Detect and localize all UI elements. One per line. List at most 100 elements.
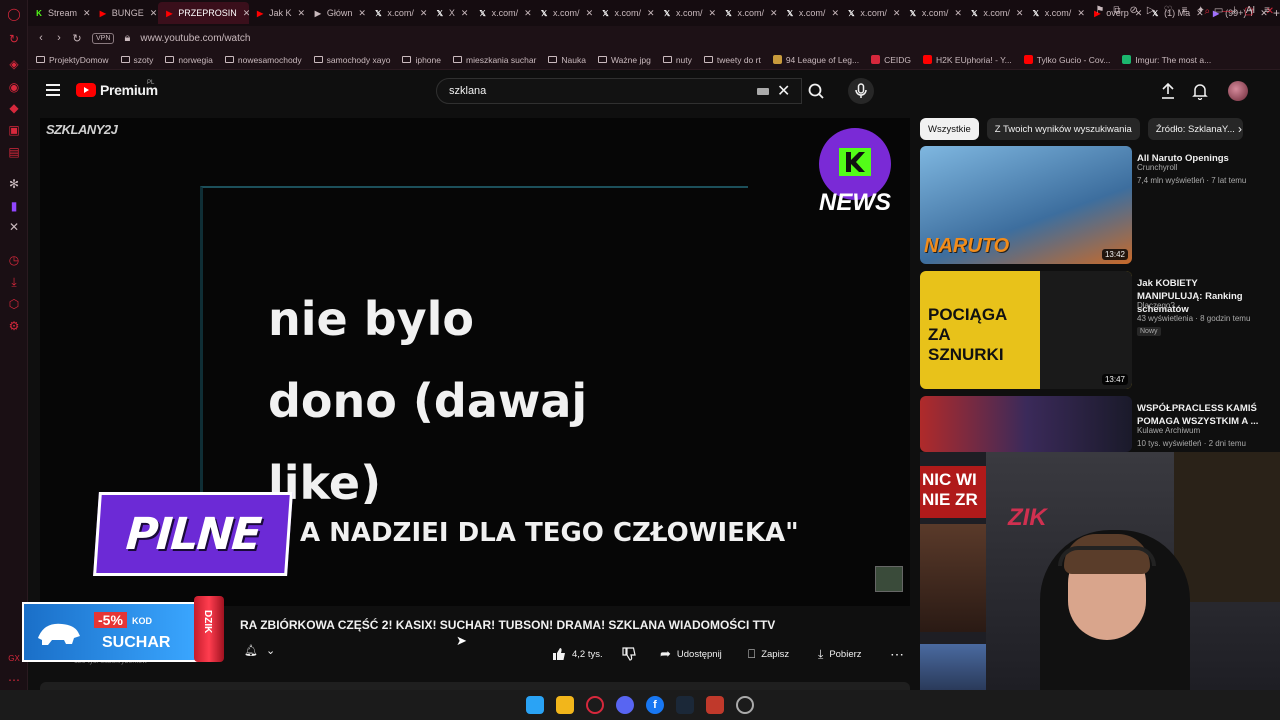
bookmark-item[interactable]: Tylko Gucio - Cov... (1023, 55, 1110, 65)
sidebar-app-icon[interactable]: ⬡ (6, 296, 22, 312)
facebook-icon[interactable]: f (646, 696, 664, 714)
create-upload-icon[interactable] (1160, 82, 1176, 100)
recommendation-item[interactable]: NARUTO 13:42 All Naruto Openings Crunchy… (920, 146, 1272, 266)
close-tab-icon[interactable]: ✕ (893, 8, 901, 19)
sidebar-app-icon[interactable]: ▣ (6, 122, 22, 138)
end-screen-thumbnail[interactable] (875, 566, 903, 592)
extensions-icon[interactable]: ✦ (1196, 5, 1204, 16)
easy-setup-icon[interactable]: ≡ (1182, 5, 1188, 16)
download-icon[interactable]: ⤓ (1232, 5, 1236, 16)
close-tab-icon[interactable]: ✕ (586, 8, 594, 19)
browser-tab[interactable]: 𝕏x.com/ ✕ (367, 2, 428, 24)
browser-tab[interactable]: 𝕏x.com/ ✕ (1025, 2, 1086, 24)
bookmark-item[interactable]: samochody xayo (313, 55, 390, 65)
dislike-button[interactable] (622, 642, 636, 666)
lock-icon[interactable]: 🔒︎ (118, 32, 136, 45)
like-button[interactable]: 4,2 tys. (552, 642, 603, 666)
chevron-right-icon[interactable]: › (1238, 122, 1242, 136)
recommendation-thumbnail-strip[interactable]: NIC WI NIE ZR (920, 452, 986, 690)
twitch-icon[interactable]: ▮ (6, 198, 22, 214)
opera-gx-icon[interactable] (586, 696, 604, 714)
browser-tab[interactable]: 𝕏x.com/ ✕ (595, 2, 656, 24)
browser-tab[interactable]: 𝕏x.com/ ✕ (717, 2, 778, 24)
bookmark-item[interactable]: ProjektyDomow (36, 55, 109, 65)
steam-icon[interactable] (676, 696, 694, 714)
back-icon[interactable]: ‹ (32, 32, 50, 44)
opera-logo-icon[interactable]: ◯ (6, 6, 22, 22)
chip-all[interactable]: Wszystkie (920, 118, 979, 140)
browser-tab[interactable]: ▶ BUNGE ✕ (92, 2, 159, 24)
video-thumbnail[interactable]: POCIĄGA ZA SZNURKI 13:47 (920, 271, 1132, 389)
bookmark-icon[interactable]: ⚑ (1095, 5, 1104, 16)
vpn-badge[interactable]: VPN (92, 32, 115, 44)
browser-tab[interactable]: K Stream ✕ (28, 2, 92, 24)
search-button[interactable] (802, 78, 832, 104)
close-tab-icon[interactable]: ✕ (831, 8, 839, 19)
browser-tab[interactable]: ▶ PRZEPROSIN ✕ (158, 2, 250, 24)
more-icon[interactable]: ⋯ (6, 672, 22, 688)
browser-tab[interactable]: 𝕏x.com/ ✕ (963, 2, 1024, 24)
description-box[interactable] (40, 682, 910, 690)
app-icon[interactable] (736, 696, 754, 714)
close-tab-icon[interactable]: ✕ (647, 8, 655, 19)
download-button[interactable]: ⤓ Pobierz (818, 642, 862, 666)
close-tab-icon[interactable]: ✕ (461, 8, 469, 19)
reload-icon[interactable]: ↻ (6, 31, 22, 47)
file-explorer-icon[interactable] (556, 696, 574, 714)
sidebar-app-icon[interactable]: ◉ (6, 79, 22, 95)
browser-tab[interactable]: 𝕏x.com/ ✕ (902, 2, 963, 24)
subscription-bell-button[interactable]: 🔔︎ ⌄ (244, 644, 275, 657)
discord-icon[interactable] (616, 696, 634, 714)
chatgpt-icon[interactable]: ✻ (6, 176, 22, 192)
close-tab-icon[interactable]: ✕ (709, 8, 717, 19)
video-thumbnail[interactable]: NARUTO 13:42 (920, 146, 1132, 264)
forward-icon[interactable]: › (50, 32, 68, 44)
riot-client-icon[interactable] (706, 696, 724, 714)
recommendation-item[interactable]: POCIĄGA ZA SZNURKI 13:47 Jak KOBIETY MAN… (920, 271, 1272, 391)
reload-page-icon[interactable]: ↻ (68, 32, 86, 45)
bookmark-item[interactable]: Imgur: The most a... (1122, 55, 1211, 65)
chip-from-search[interactable]: Z Twoich wyników wyszukiwania (986, 118, 1140, 140)
wallet-icon[interactable]: ▭ (1214, 5, 1223, 16)
bookmark-item[interactable]: mieszkania suchar (453, 55, 536, 65)
player-icon[interactable]: ▷ (1147, 5, 1155, 16)
clear-search-icon[interactable]: ✕ (777, 81, 790, 101)
bookmark-item[interactable]: Ważne jpg (597, 55, 651, 65)
close-tab-icon[interactable]: ✕ (420, 8, 428, 19)
close-tab-icon[interactable]: ✕ (770, 8, 778, 19)
hamburger-menu-icon[interactable] (46, 84, 60, 96)
bookmark-item[interactable]: iphone (402, 55, 441, 65)
x-icon[interactable]: ✕ (6, 219, 22, 235)
notifications-bell-icon[interactable] (1192, 82, 1208, 100)
url-field[interactable]: www.youtube.com/watch (140, 33, 250, 44)
voice-search-button[interactable] (848, 78, 874, 104)
close-tab-icon[interactable]: ✕ (1016, 8, 1024, 19)
bookmark-item[interactable]: nowesamochody (224, 55, 302, 65)
sidebar-app-icon[interactable]: ◈ (6, 56, 22, 72)
avatar[interactable] (1228, 81, 1248, 101)
browser-tab[interactable]: 𝕏x.com/ ✕ (533, 2, 594, 24)
settings-icon[interactable]: ⚙ (6, 318, 22, 334)
recommendation-item[interactable]: WSPÓŁPRACLESS KAMIŚ POMAGA WSZYSTKIM A .… (920, 396, 1272, 452)
sidebar-app-icon[interactable]: ◆ (6, 100, 22, 116)
share-button[interactable]: ➦ Udostępnij (660, 642, 722, 666)
youtube-logo[interactable]: Premium (76, 82, 158, 98)
bookmark-item[interactable]: szoty (120, 55, 153, 65)
browser-tab[interactable]: 𝕏x.com/ ✕ (472, 2, 533, 24)
browser-tab[interactable]: 𝕏x.com/ ✕ (779, 2, 840, 24)
bookmark-item[interactable]: Nauka (548, 55, 586, 65)
browser-tab[interactable]: 𝕏x.com/ ✕ (840, 2, 901, 24)
keyboard-icon[interactable] (757, 88, 769, 95)
browser-tab[interactable]: 𝕏x.com/ ✕ (656, 2, 717, 24)
gx-control-icon[interactable]: GX (6, 650, 22, 666)
bookmark-item[interactable]: norwegia (165, 55, 213, 65)
close-tab-icon[interactable]: ✕ (83, 8, 91, 19)
search-input[interactable]: szklana ✕ (436, 78, 802, 104)
bookmark-item[interactable]: nuty (662, 55, 692, 65)
close-tab-icon[interactable]: ✕ (298, 8, 306, 19)
close-tab-icon[interactable]: ✕ (954, 8, 962, 19)
sidebar-app-icon[interactable]: ▤ (6, 144, 22, 160)
video-player[interactable]: SZKLANY2J NEWS nie bylo dono (dawaj like… (40, 118, 910, 606)
menu-icon[interactable]: ≡ (1264, 5, 1270, 16)
heart-icon[interactable]: ♡ (1164, 5, 1173, 16)
